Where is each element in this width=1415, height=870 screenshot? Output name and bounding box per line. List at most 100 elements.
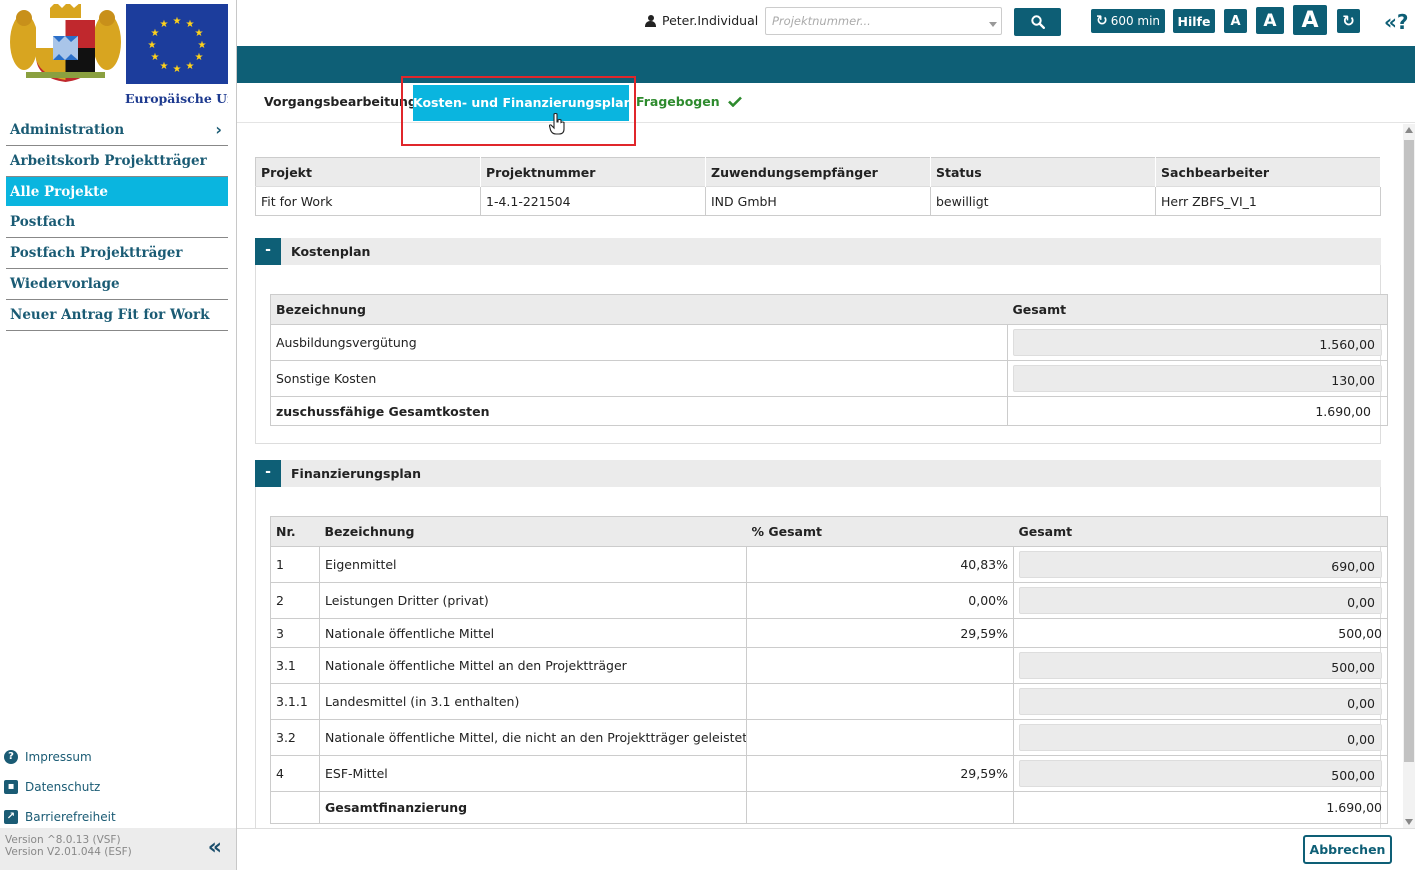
tab-fragebogen[interactable]: Fragebogen [636, 83, 742, 123]
amount-cell: 500,00 [1013, 618, 1388, 648]
table-row: Sonstige Kosten 130,00 [270, 360, 1388, 397]
column-header: Gesamt [1013, 516, 1388, 547]
svg-text:★: ★ [173, 64, 182, 75]
sidebar-item-postfach-projekttraeger[interactable]: Postfach Projektträger [6, 238, 228, 269]
project-number-search-input[interactable] [765, 7, 1002, 35]
row-label-cell: Eigenmittel [319, 546, 747, 583]
table-row: 4 ESF-Mittel 29,59% 500,00 [270, 755, 1388, 792]
total-amount-cell: 1.690,00 [1007, 396, 1388, 426]
amount-cell: 0,00 [1013, 719, 1388, 756]
amount-field[interactable]: 690,00 [1019, 551, 1382, 578]
dropdown-caret-icon[interactable] [989, 22, 997, 27]
bottom-action-bar: Abbrechen [237, 828, 1415, 870]
sidebar-item-wiedervorlage[interactable]: Wiedervorlage [6, 269, 228, 300]
sidebar-item-label: Neuer Antrag Fit for Work [10, 306, 210, 323]
amount-field[interactable]: 130,00 [1013, 365, 1382, 392]
tab-vorgangsbearbeitung[interactable]: Vorgangsbearbeitung [264, 83, 417, 123]
table-row: 3.1.1 Landesmittel (in 3.1 enthalten) 0,… [270, 683, 1388, 720]
datenschutz-link[interactable]: ▪ Datenschutz [4, 772, 116, 802]
svg-text:★: ★ [173, 16, 182, 27]
amount-cell: 690,00 [1013, 546, 1388, 583]
tab-fragebogen-label: Fragebogen [636, 94, 720, 109]
sidebar-item-label: Alle Projekte [10, 183, 108, 200]
amount-field[interactable]: 0,00 [1019, 587, 1382, 614]
version-line-1: Version ^8.0.13 (VSF) [5, 834, 121, 846]
project-number-cell: 1-4.1-221504 [480, 186, 706, 216]
external-edit-icon: ↗ [4, 810, 18, 824]
amount-field[interactable]: 0,00 [1019, 724, 1382, 751]
column-header: Bezeichnung [270, 294, 1008, 325]
sidebar-footer-links: ? Impressum ▪ Datenschutz ↗ Barrierefrei… [4, 742, 116, 832]
case-officer-cell: Herr ZBFS_VI_1 [1155, 186, 1381, 216]
reload-button[interactable]: ↻ [1337, 9, 1360, 33]
table-row-total: zuschussfähige Gesamtkosten 1.690,00 [270, 396, 1388, 426]
column-header: % Gesamt [746, 516, 1014, 547]
refresh-icon: ↻ [1342, 12, 1355, 30]
amount-field[interactable]: 1.560,00 [1013, 329, 1382, 356]
impressum-link[interactable]: ? Impressum [4, 742, 116, 772]
amount-field[interactable]: 0,00 [1019, 688, 1382, 715]
cancel-button[interactable]: Abbrechen [1303, 835, 1392, 864]
row-number-cell: 4 [270, 755, 320, 792]
row-label-cell: Leistungen Dritter (privat) [319, 582, 747, 619]
cost-label-cell: Ausbildungsvergütung [270, 324, 1008, 361]
table-row: Ausbildungsvergütung 1.560,00 [270, 324, 1388, 361]
sidebar-item-label: Postfach [10, 214, 76, 231]
row-number-cell: 2 [270, 582, 320, 619]
column-header: Gesamt [1007, 294, 1388, 325]
version-info: Version ^8.0.13 (VSF) Version V2.01.044 … [0, 828, 236, 870]
sidebar-item-arbeitskorb[interactable]: Arbeitskorb Projektträger [6, 146, 228, 177]
sidebar-item-alle-projekte[interactable]: Alle Projekte [6, 176, 228, 208]
sidebar-item-administration[interactable]: Administration › [6, 115, 228, 146]
scroll-up-arrow-icon[interactable] [1405, 127, 1413, 133]
table-row: 2 Leistungen Dritter (privat) 0,00% 0,00 [270, 582, 1388, 619]
user-name: Peter.Individual [662, 13, 759, 28]
version-line-2: Version V2.01.044 (ESF) [5, 846, 132, 858]
project-name-cell: Fit for Work [255, 186, 481, 216]
content-scrollbar[interactable] [1403, 124, 1415, 828]
collapse-sidebar-icon[interactable]: « [208, 837, 222, 859]
collapse-toggle-button[interactable]: - [255, 238, 281, 265]
scrollbar-thumb[interactable] [1404, 140, 1414, 762]
cost-label-cell: Sonstige Kosten [270, 360, 1008, 397]
section-title: Finanzierungsplan [291, 466, 422, 481]
context-help-icon[interactable]: «? [1384, 10, 1409, 34]
percent-cell [746, 647, 1014, 684]
project-info-table: Projekt Projektnummer Zuwendungsempfänge… [255, 157, 1381, 216]
collapse-toggle-button[interactable]: - [255, 460, 281, 487]
sidebar-item-label: Postfach Projektträger [10, 245, 183, 262]
font-size-medium-button[interactable]: A [1256, 7, 1284, 34]
help-button[interactable]: Hilfe [1173, 9, 1215, 33]
sidebar-item-label: Administration [10, 122, 125, 138]
barrierefreiheit-label: Barrierefreiheit [25, 810, 116, 824]
svg-text:★: ★ [151, 28, 160, 39]
datenschutz-label: Datenschutz [25, 780, 101, 794]
sidebar-item-postfach[interactable]: Postfach [6, 207, 228, 239]
search-button[interactable] [1014, 8, 1061, 36]
impressum-label: Impressum [25, 750, 92, 764]
tab-kosten-finanzierungsplan[interactable]: Kosten- und Finanzierungsplan [413, 85, 633, 121]
column-header: Projektnummer [480, 157, 706, 187]
amount-field[interactable]: 500,00 [1019, 760, 1382, 787]
amount-field[interactable]: 500,00 [1019, 652, 1382, 679]
svg-text:★: ★ [151, 52, 160, 63]
header-band [237, 46, 1415, 83]
font-size-small-button[interactable]: A [1224, 9, 1247, 33]
column-header: Status [930, 157, 1156, 187]
column-header: Zuwendungsempfänger [705, 157, 931, 187]
table-row: 1 Eigenmittel 40,83% 690,00 [270, 546, 1388, 583]
sidebar-item-neuer-antrag[interactable]: Neuer Antrag Fit for Work [6, 300, 228, 331]
contact-card-icon: ▪ [4, 780, 18, 794]
kostenplan-table: Bezeichnung Gesamt Ausbildungsvergütung … [270, 294, 1388, 426]
top-bar: Peter.Individual ↻ 600 min Hilfe A A A ↻… [237, 0, 1415, 46]
user-info[interactable]: Peter.Individual [645, 13, 758, 28]
column-header: Projekt [255, 157, 481, 187]
percent-cell [746, 791, 1014, 824]
checkmark-icon [728, 96, 742, 108]
svg-text:★: ★ [148, 40, 157, 51]
scroll-down-arrow-icon[interactable] [1405, 819, 1413, 825]
logo-area: ★ ★ ★ ★ ★ ★ ★ ★ ★ ★ ★ ★ Europäische Unio… [0, 0, 237, 110]
session-timer-button[interactable]: ↻ 600 min [1091, 9, 1165, 33]
font-size-large-button[interactable]: A [1293, 5, 1327, 35]
main-content: Projekt Projektnummer Zuwendungsempfänge… [237, 124, 1403, 828]
